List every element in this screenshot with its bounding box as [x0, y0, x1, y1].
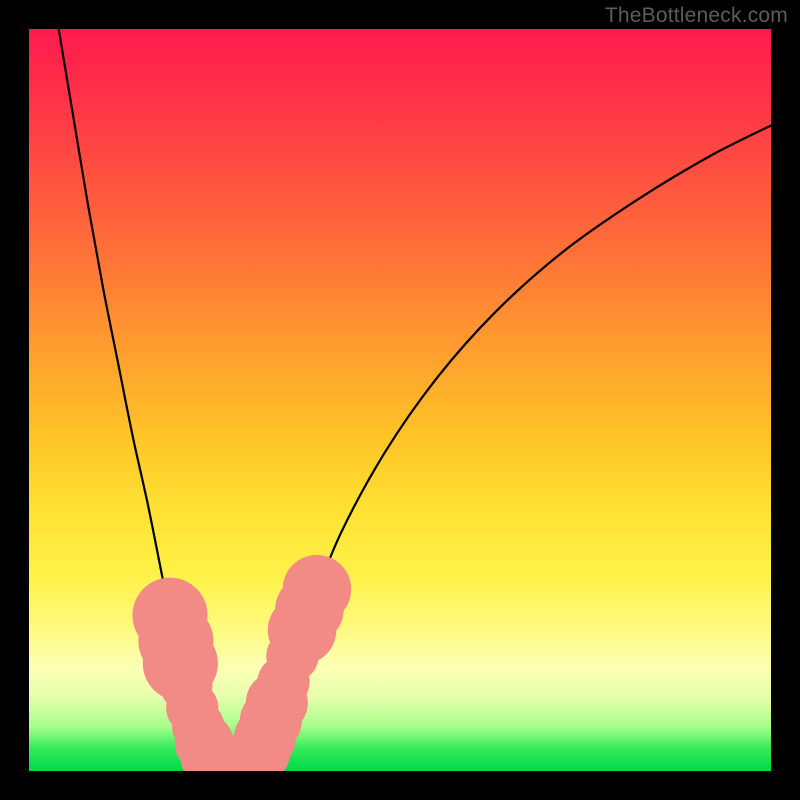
chart-svg: [29, 29, 771, 771]
marker-group: [132, 555, 351, 771]
watermark-text: TheBottleneck.com: [605, 4, 788, 28]
chart-frame: TheBottleneck.com: [0, 0, 800, 800]
plot-area: [29, 29, 771, 771]
data-marker: [283, 555, 352, 624]
